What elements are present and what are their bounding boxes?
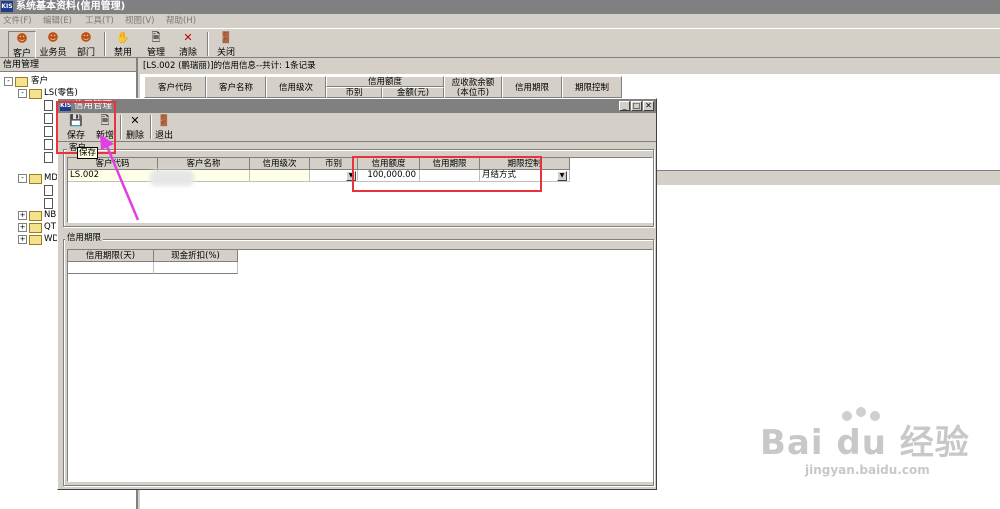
col-customer-code[interactable]: 客户代码 <box>144 76 206 98</box>
toolbar-separator <box>104 32 106 56</box>
menu-help[interactable]: 帮助(H) <box>166 14 196 28</box>
watermark-brand: Bai du 经验 <box>760 423 970 463</box>
cell-credit-period[interactable] <box>420 170 480 182</box>
arrow-shaft <box>104 143 140 221</box>
folder-open-icon <box>15 77 28 87</box>
col-credit-quota[interactable]: 信用额度 <box>326 76 444 87</box>
app-title-bar: KIS 系统基本资料(信用管理) <box>0 0 1000 14</box>
cell-credit-level[interactable] <box>250 170 310 182</box>
app-title: 系统基本资料(信用管理) <box>16 1 126 12</box>
main-toolbar: ☻ 客户 ☻ 业务员 ☻ 部门 ✋ 禁用 🗎 管理 ✕ 清除 🚪 关闭 <box>0 28 1000 59</box>
expand-icon[interactable]: + <box>18 223 27 232</box>
col-receivable-balance[interactable]: 应收款余额 (本位币) <box>444 76 502 98</box>
department-button[interactable]: ☻ 部门 <box>73 31 99 59</box>
annotation-arrow <box>100 134 140 221</box>
dialog-title-bar[interactable]: KIS 信用管理 _ □ ✕ <box>58 99 656 113</box>
credit-grid: 客户代码 客户名称 信用级次 币别 信用额度 信用期限 期限控制 LS.002 … <box>67 157 653 223</box>
department-icon: ☻ <box>80 31 92 44</box>
cell-period-control[interactable]: 月结方式 ▼ <box>480 170 570 182</box>
document-icon: 🗎 <box>151 31 161 44</box>
customer-icon: ☻ <box>16 32 28 45</box>
clear-x-icon: ✕ <box>183 31 193 44</box>
salesman-button[interactable]: ☻ 业务员 <box>36 31 70 59</box>
expand-icon[interactable]: + <box>18 211 27 220</box>
folder-icon <box>29 211 42 221</box>
kis-app-icon: KIS <box>1 1 13 12</box>
grid-header-period-days: 信用期限(天) <box>68 250 154 262</box>
document-icon[interactable] <box>44 198 53 209</box>
cell-cash-discount[interactable] <box>154 262 238 274</box>
minimize-button[interactable]: _ <box>619 101 630 111</box>
save-button[interactable]: 💾 保存 <box>64 114 88 142</box>
col-credit-level[interactable]: 信用级次 <box>266 76 326 98</box>
col-amount[interactable]: 金额(元) <box>382 87 444 98</box>
document-icon[interactable] <box>44 185 53 196</box>
menu-tools[interactable]: 工具(T) <box>85 14 114 28</box>
disable-button[interactable]: ✋ 禁用 <box>110 31 136 59</box>
clear-button[interactable]: ✕ 清除 <box>175 31 201 59</box>
document-icon[interactable] <box>44 113 53 124</box>
col-credit-period[interactable]: 信用期限 <box>502 76 562 98</box>
dialog-title: 信用管理 <box>74 100 113 111</box>
col-currency[interactable]: 币别 <box>326 87 382 98</box>
exit-button[interactable]: 🚪 退出 <box>152 114 176 142</box>
disable-icon: ✋ <box>116 31 130 44</box>
grid-header-period: 信用期限 <box>420 158 480 170</box>
menu-bar: 文件(F) 编辑(E) 工具(T) 视图(V) 帮助(H) <box>0 14 1000 28</box>
chevron-down-icon[interactable]: ▼ <box>557 171 567 181</box>
delete-x-icon: ✕ <box>130 114 140 127</box>
grid-header-cash-discount: 现金折扣(%) <box>154 250 238 262</box>
menu-file[interactable]: 文件(F) <box>3 14 32 28</box>
floppy-disk-icon: 💾 <box>69 114 83 127</box>
col-period-control[interactable]: 期限控制 <box>562 76 622 98</box>
new-document-icon: 🗎 <box>100 114 110 127</box>
dialog-close-button[interactable]: ✕ <box>643 101 654 111</box>
cell-credit-quota[interactable]: 100,000.00 <box>358 170 420 182</box>
tree-panel-header: 信用管理 <box>0 58 136 72</box>
salesman-icon: ☻ <box>47 31 59 44</box>
grid-header-quota: 信用额度 <box>358 158 420 170</box>
toolbar-separator <box>207 32 209 56</box>
collapse-icon[interactable]: - <box>18 89 27 98</box>
kis-dialog-icon: KIS <box>60 101 72 111</box>
collapse-icon[interactable]: - <box>4 77 13 86</box>
exit-door-icon: 🚪 <box>157 114 171 127</box>
document-icon[interactable] <box>44 100 53 111</box>
credit-period-group-label: 信用期限 <box>65 233 104 243</box>
folder-open-icon <box>29 89 42 99</box>
blurred-name-overlay <box>150 170 194 186</box>
credit-period-grid: 信用期限(天) 现金折扣(%) <box>67 249 653 482</box>
col-customer-name[interactable]: 客户名称 <box>206 76 266 98</box>
menu-edit[interactable]: 编辑(E) <box>43 14 72 28</box>
record-info-label: [LS.002 (鹏瑞丽)]的信用信息--共计: 1条记录 <box>140 58 1000 74</box>
close-button[interactable]: 🚪 关闭 <box>213 31 239 59</box>
chevron-down-icon[interactable]: ▼ <box>346 171 356 181</box>
collapse-icon[interactable]: - <box>18 174 27 183</box>
grid-header-period-control: 期限控制 <box>480 158 570 170</box>
watermark-url: jingyan.baidu.com <box>805 463 930 477</box>
document-icon[interactable] <box>44 139 53 150</box>
grid-header-name: 客户名称 <box>158 158 250 170</box>
folder-icon <box>29 235 42 245</box>
tree-node-customer[interactable]: - 客户 <box>4 75 124 87</box>
exit-door-icon: 🚪 <box>219 31 233 44</box>
grid-header-currency: 币别 <box>310 158 358 170</box>
folder-icon <box>29 223 42 233</box>
grid-header-level: 信用级次 <box>250 158 310 170</box>
menu-view[interactable]: 视图(V) <box>125 14 154 28</box>
cell-currency[interactable]: ▼ <box>310 170 358 182</box>
manage-button[interactable]: 🗎 管理 <box>143 31 169 59</box>
expand-icon[interactable]: + <box>18 235 27 244</box>
customer-button[interactable]: ☻ 客户 <box>8 31 36 59</box>
cell-period-days[interactable] <box>68 262 154 274</box>
folder-open-icon <box>29 174 42 184</box>
document-icon[interactable] <box>44 152 53 163</box>
baidu-watermark: Bai du 经验 jingyan.baidu.com <box>760 405 975 485</box>
document-icon[interactable] <box>44 126 53 137</box>
maximize-button[interactable]: □ <box>631 101 642 111</box>
